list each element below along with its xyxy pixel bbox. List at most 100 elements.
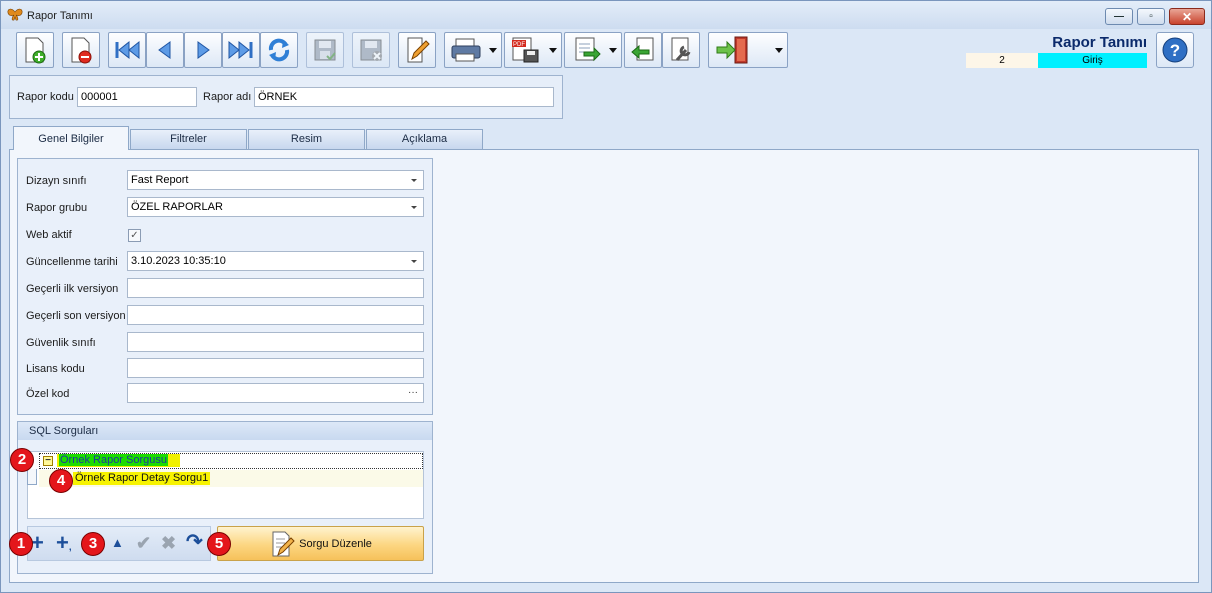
add-child-icon[interactable]: +,: [56, 532, 72, 554]
chevron-down-icon: [411, 206, 417, 209]
first-version-label: Geçerli ilk versiyon: [26, 283, 119, 295]
chevron-down-icon: [411, 179, 417, 182]
maximize-icon: ▫: [1149, 10, 1153, 22]
ellipsis-icon: ···: [408, 387, 418, 398]
confirm-icon[interactable]: ✔: [136, 534, 151, 552]
move-up-icon[interactable]: ▲: [111, 536, 124, 549]
special-code-input[interactable]: ···: [127, 383, 424, 403]
pdf-save-icon: PDF: [512, 37, 539, 63]
report-group-value: ÖZEL RAPORLAR: [131, 201, 223, 213]
edit-button[interactable]: [398, 32, 436, 68]
import-icon: [631, 37, 654, 61]
refresh-button[interactable]: [260, 32, 298, 68]
mode-badge: Giriş: [1038, 53, 1147, 68]
import-button[interactable]: [624, 32, 662, 68]
last-version-input[interactable]: [127, 305, 424, 325]
help-button[interactable]: ?: [1156, 32, 1194, 68]
help-icon: ?: [1162, 37, 1188, 63]
last-record-button[interactable]: [222, 32, 260, 68]
design-class-select[interactable]: Fast Report: [127, 170, 424, 190]
exit-dropdown-icon: [775, 48, 783, 53]
edit-query-label: Sorgu Düzenle: [299, 537, 372, 550]
export-icon: [575, 37, 601, 62]
maximize-button[interactable]: ▫: [1137, 8, 1165, 25]
callout-badge-1: 1: [9, 532, 33, 556]
web-active-label: Web aktif: [26, 229, 72, 241]
save-cancel-icon: [360, 39, 382, 61]
first-record-button[interactable]: [108, 32, 146, 68]
tab-description[interactable]: Açıklama: [366, 129, 483, 149]
design-class-label: Dizayn sınıfı: [26, 175, 87, 187]
pdf-dropdown-icon: [549, 48, 557, 53]
callout-badge-5: 5: [207, 532, 231, 556]
save-button[interactable]: [306, 32, 344, 68]
minimize-icon: —: [1114, 10, 1124, 22]
report-name-label: Rapor adı: [203, 91, 252, 103]
svg-text:PDF: PDF: [513, 42, 525, 48]
butterfly-icon: [7, 8, 23, 21]
report-group-select[interactable]: ÖZEL RAPORLAR: [127, 197, 424, 217]
chevron-down-icon: [411, 260, 417, 263]
export-dropdown-icon: [609, 48, 617, 53]
web-active-checkbox[interactable]: ✓: [128, 229, 141, 242]
special-code-label: Özel kod: [26, 388, 70, 400]
report-code-label: Rapor kodu: [17, 91, 74, 103]
callout-badge-3: 3: [81, 532, 105, 556]
edit-query-icon: [272, 531, 295, 556]
first-icon: [115, 40, 140, 60]
window-title: Rapor Tanımı: [27, 10, 93, 22]
updated-date-value: 3.10.2023 10:35:10: [131, 255, 226, 267]
license-code-label: Lisans kodu: [26, 363, 85, 375]
callout-badge-2: 2: [10, 448, 34, 472]
updated-date-picker[interactable]: 3.10.2023 10:35:10: [127, 251, 424, 271]
last-version-label: Geçerli son versiyon: [26, 310, 126, 322]
save-icon: [314, 39, 336, 61]
title-bar: Rapor Tanımı — ▫ ✕: [1, 1, 1211, 29]
print-dropdown-icon: [489, 48, 497, 53]
license-code-input[interactable]: [127, 358, 424, 378]
edit-query-button[interactable]: Sorgu Düzenle: [217, 526, 424, 561]
page-title: Rapor Tanımı: [1052, 34, 1147, 51]
next-icon: [197, 41, 210, 59]
updated-date-label: Güncellenme tarihi: [26, 256, 118, 268]
report-definition-window: Rapor Tanımı — ▫ ✕ PDF Rapor Tanımı 2 Gi…: [0, 0, 1212, 593]
next-record-button[interactable]: [184, 32, 222, 68]
previous-record-button[interactable]: [146, 32, 184, 68]
minimize-button[interactable]: —: [1105, 8, 1133, 25]
refresh-icon: [268, 38, 290, 62]
settings-tools-button[interactable]: [662, 32, 700, 68]
previous-icon: [158, 41, 171, 59]
report-name-input[interactable]: ÖRNEK: [254, 87, 554, 107]
edit-icon: [407, 37, 430, 63]
callout-badge-4: 4: [49, 469, 73, 493]
tree-node-detail-query[interactable]: Örnek Rapor Detay Sorgu1: [73, 472, 211, 485]
close-button[interactable]: ✕: [1169, 8, 1205, 25]
security-class-label: Güvenlik sınıfı: [26, 337, 96, 349]
print-button[interactable]: [444, 32, 502, 68]
tree-node-main-query[interactable]: Örnek Rapor Sorgusu: [57, 454, 180, 467]
security-class-input[interactable]: [127, 332, 424, 352]
delete-record-button[interactable]: [62, 32, 100, 68]
first-version-input[interactable]: [127, 278, 424, 298]
last-icon: [228, 40, 253, 60]
export-pdf-button[interactable]: PDF: [504, 32, 562, 68]
record-number: 2: [966, 53, 1038, 68]
exit-door-icon: [716, 36, 748, 64]
new-record-button[interactable]: [16, 32, 54, 68]
redo-icon[interactable]: ↷: [186, 532, 203, 552]
main-query-label: Örnek Rapor Sorgusu: [59, 454, 168, 466]
exit-button[interactable]: [708, 32, 788, 68]
cancel-icon[interactable]: ✖: [161, 534, 176, 552]
close-icon: ✕: [1181, 9, 1193, 24]
tab-filters[interactable]: Filtreler: [130, 129, 247, 149]
wrench-icon: [671, 37, 691, 62]
tab-general[interactable]: Genel Bilgiler: [13, 126, 129, 150]
export-button[interactable]: [564, 32, 622, 68]
report-group-label: Rapor grubu: [26, 202, 88, 214]
new-document-icon: [25, 37, 46, 64]
report-code-input[interactable]: 000001: [77, 87, 197, 107]
collapse-icon[interactable]: −: [43, 456, 53, 466]
design-class-value: Fast Report: [131, 174, 189, 186]
cancel-save-button[interactable]: [352, 32, 390, 68]
tab-image[interactable]: Resim: [248, 129, 365, 149]
